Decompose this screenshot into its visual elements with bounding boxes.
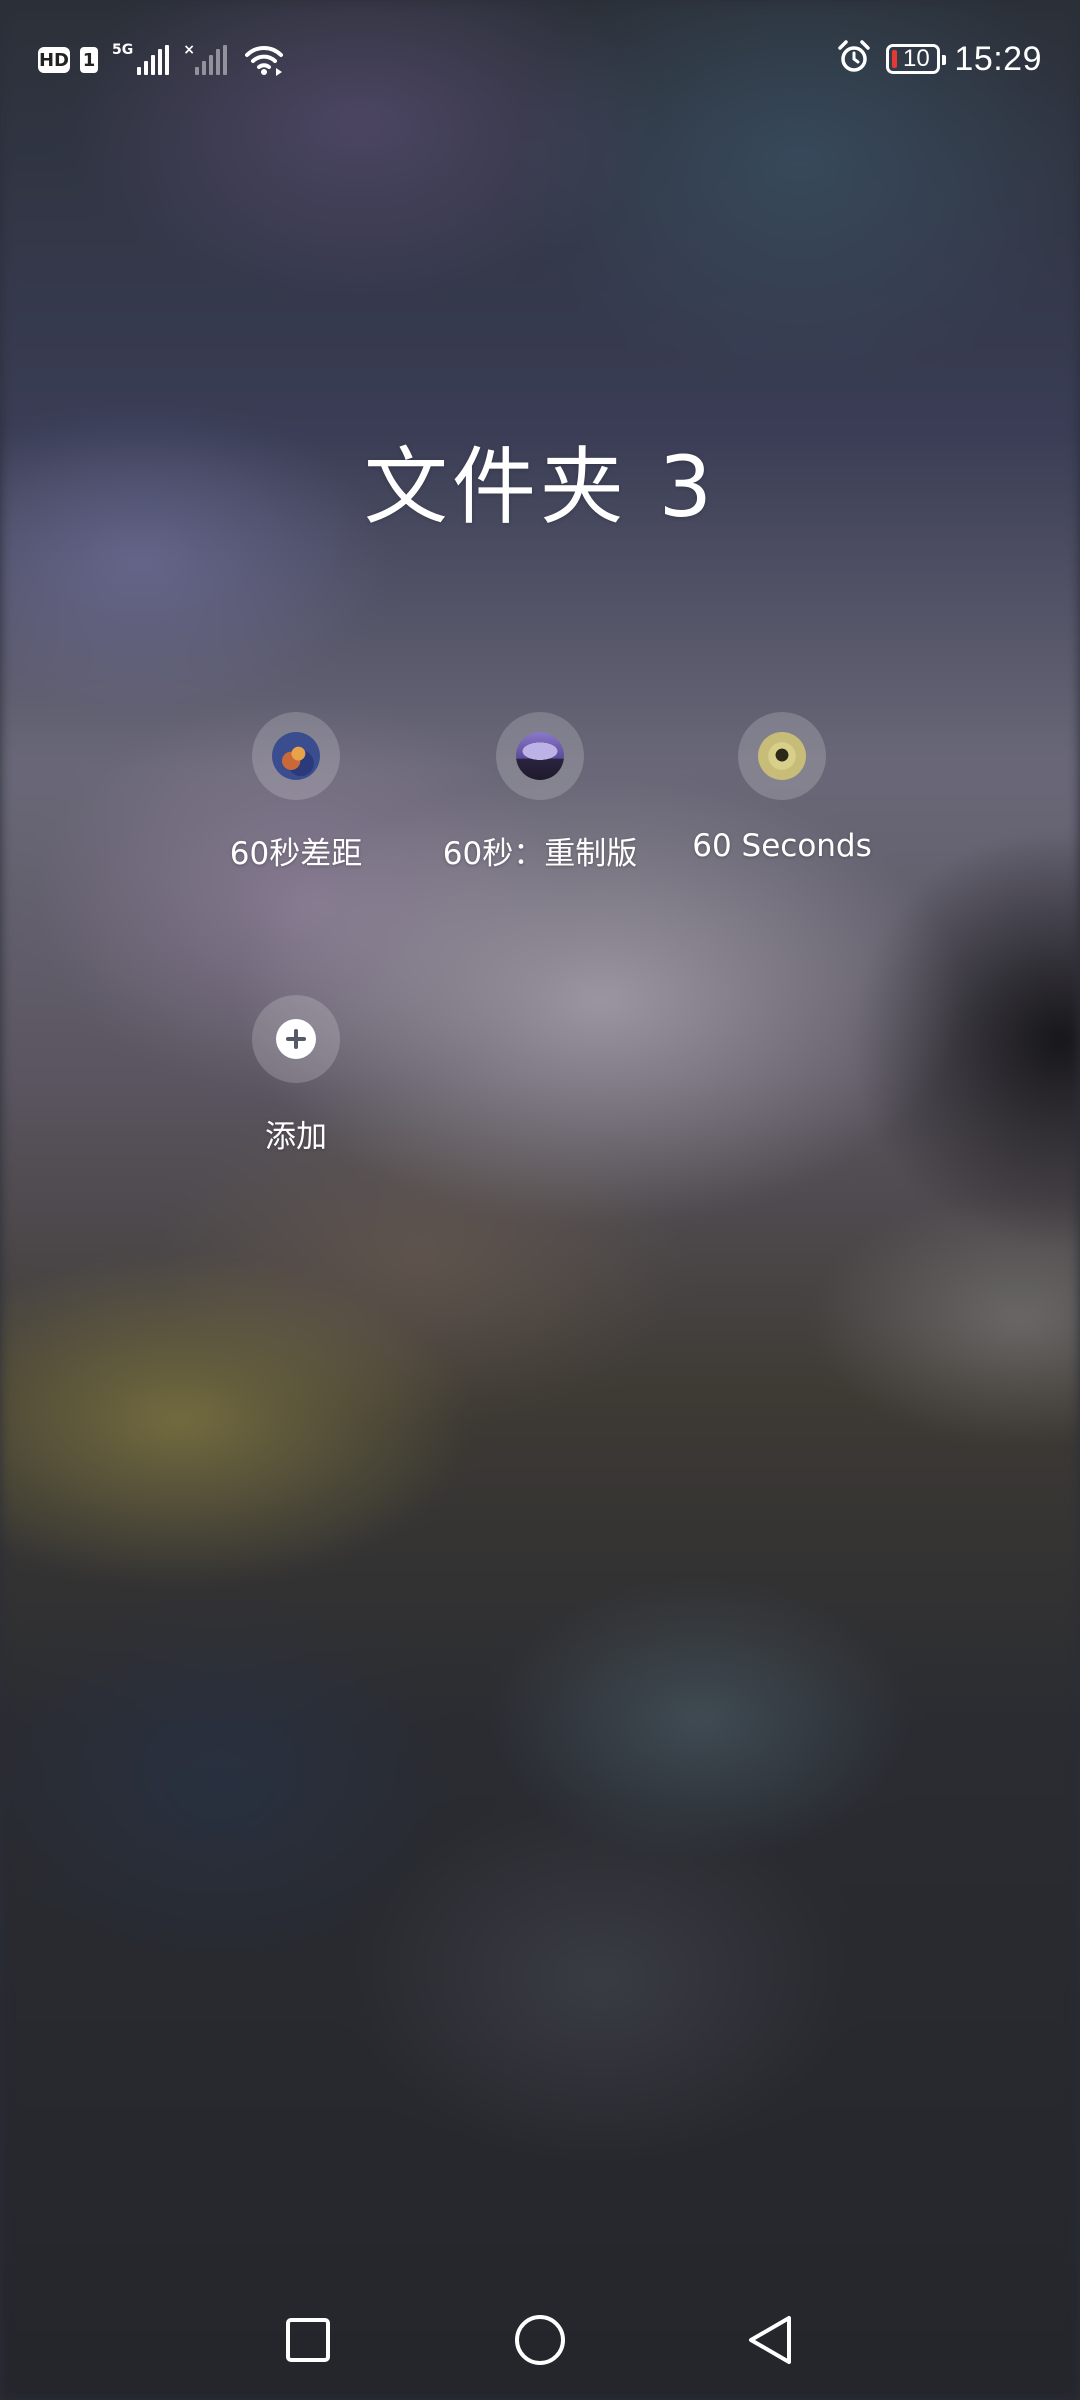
add-icon-container[interactable]	[252, 995, 340, 1083]
app-60s-gap-icon[interactable]	[272, 732, 320, 780]
circle-icon	[515, 2315, 565, 2365]
blurred-wallpaper	[0, 0, 1080, 2400]
battery-level: 10	[903, 45, 930, 72]
no-service-mark: ×	[183, 42, 195, 58]
network-type-label: 5G	[112, 42, 134, 58]
recent-apps-button[interactable]	[268, 2300, 348, 2380]
app-icon-container[interactable]	[252, 712, 340, 800]
add-app-button[interactable]: 添加	[176, 995, 416, 1156]
back-button[interactable]	[730, 2300, 810, 2380]
status-bar-right: 10 15:29	[836, 34, 1042, 84]
battery-icon: 10	[886, 44, 947, 74]
hd-icon: HD	[38, 47, 70, 73]
navigation-bar	[0, 2290, 1080, 2390]
alarm-icon	[836, 39, 872, 79]
app-60s-remake-icon[interactable]	[516, 732, 564, 780]
square-icon	[286, 2318, 330, 2362]
home-button[interactable]	[500, 2300, 580, 2380]
status-bar-left: HD 1 5G ×	[38, 38, 283, 82]
folder-title[interactable]: 文件夹 3	[0, 420, 1080, 541]
wifi-icon	[244, 44, 283, 76]
app-label: 60秒差距	[229, 836, 363, 872]
back-triangle-icon	[749, 2316, 791, 2364]
signal-5g-icon	[137, 45, 170, 75]
app-label: 60 Seconds	[692, 828, 872, 864]
signal-no-service-icon	[194, 45, 227, 75]
status-bar: HD 1 5G × 10 15:29	[0, 0, 1080, 120]
sim-1-icon: 1	[80, 47, 98, 73]
status-time: 15:29	[954, 39, 1042, 78]
app-label: 60秒：重制版	[442, 836, 638, 872]
app-60-seconds-icon[interactable]	[758, 732, 806, 780]
app-60s-gap[interactable]: 60秒差距	[176, 712, 416, 873]
add-label: 添加	[265, 1119, 327, 1155]
app-icon-container[interactable]	[738, 712, 826, 800]
plus-icon[interactable]	[276, 1019, 316, 1059]
app-60-seconds[interactable]: 60 Seconds	[662, 712, 902, 864]
app-icon-container[interactable]	[496, 712, 584, 800]
battery-fill	[892, 50, 898, 68]
app-60s-remake[interactable]: 60秒：重制版	[420, 712, 660, 873]
